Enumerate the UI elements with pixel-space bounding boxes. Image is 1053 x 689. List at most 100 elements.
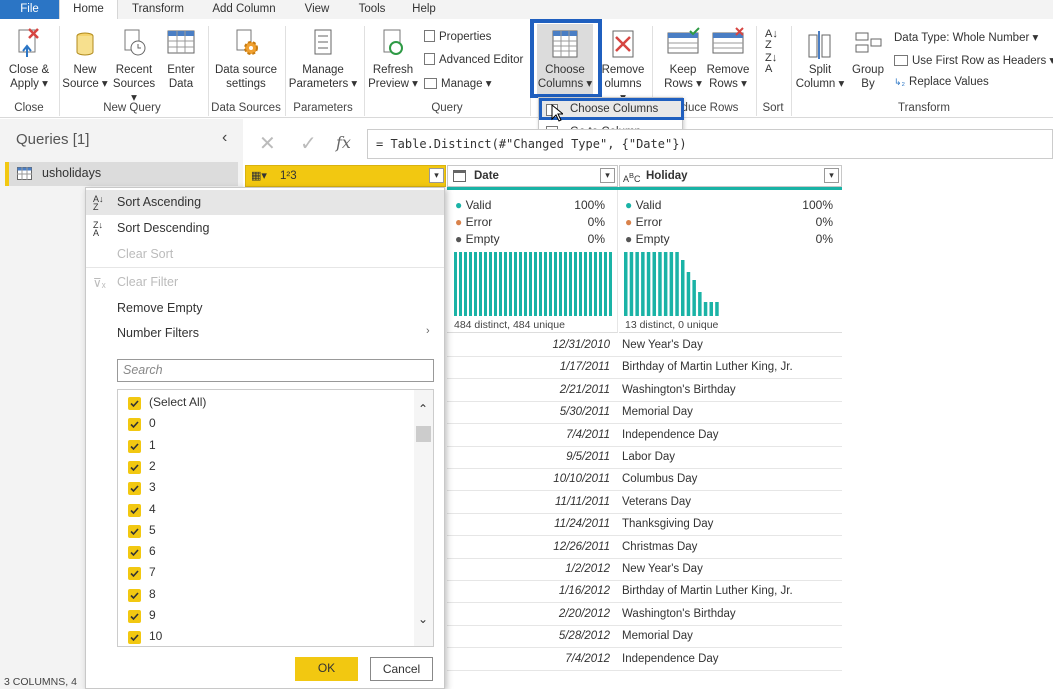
holiday-cell[interactable]: New Year's Day <box>622 559 703 580</box>
properties-button[interactable]: Properties <box>424 30 491 43</box>
scroll-up-icon[interactable]: ⌃ <box>418 402 428 416</box>
close-apply-button[interactable]: Close & Apply ▾ <box>4 27 54 91</box>
date-cell[interactable]: 2/21/2011 <box>447 380 614 401</box>
scroll-thumb[interactable] <box>416 426 431 442</box>
menu-item-sort-ascending[interactable]: A↓ Z Sort Ascending <box>86 190 444 215</box>
holiday-cell[interactable]: Independence Day <box>622 425 719 446</box>
holiday-filter-button[interactable]: ▾ <box>824 168 839 183</box>
holiday-cell[interactable]: Thanksgiving Day <box>622 514 713 535</box>
tab-file[interactable]: File <box>0 0 59 19</box>
tab-tools[interactable]: Tools <box>350 0 394 19</box>
date-cell[interactable]: 10/10/2011 <box>447 469 614 490</box>
sort-ascending-button[interactable]: A↓ Z <box>765 29 778 51</box>
date-cell[interactable]: 1/2/2012 <box>447 559 614 580</box>
cancel-button[interactable]: Cancel <box>370 657 433 681</box>
scroll-down-icon[interactable]: ⌄ <box>418 612 428 626</box>
checkbox[interactable] <box>128 397 141 410</box>
advanced-editor-button[interactable]: Advanced Editor <box>424 53 523 66</box>
date-filter-button[interactable]: ▾ <box>600 168 615 183</box>
date-cell[interactable]: 5/30/2011 <box>447 402 614 423</box>
date-cell[interactable]: 12/31/2010 <box>447 335 614 356</box>
manage-parameters-button[interactable]: Manage Parameters ▾ <box>288 27 358 91</box>
date-cell[interactable]: 12/26/2011 <box>447 537 614 558</box>
number-filters-item[interactable]: Number Filters › <box>86 323 444 345</box>
enter-data-label-2: Data <box>168 78 194 90</box>
holiday-cell[interactable]: Birthday of Martin Luther King, Jr. <box>622 357 793 378</box>
parameters-icon <box>314 29 332 55</box>
table-menu-icon[interactable]: ▦▾ <box>251 166 267 186</box>
tab-view[interactable]: View <box>295 0 339 19</box>
holiday-cell[interactable]: Washington's Birthday <box>622 380 736 401</box>
data-source-settings-button[interactable]: Data source settings <box>213 27 279 91</box>
ok-button[interactable]: OK <box>295 657 358 681</box>
clear-sort-item[interactable]: Clear Sort <box>117 247 173 261</box>
column-1-filter-button[interactable]: ▾ <box>429 168 444 183</box>
group-by-button[interactable]: Group By <box>847 27 889 91</box>
query-item-usholidays[interactable]: usholidays <box>5 162 238 186</box>
keep-rows-button[interactable]: Keep Rows ▾ <box>660 27 706 91</box>
remove-empty-item[interactable]: Remove Empty <box>117 301 202 315</box>
holiday-cell[interactable]: Memorial Day <box>622 402 693 423</box>
checkbox[interactable] <box>128 610 141 623</box>
date-cell[interactable]: 1/17/2011 <box>447 357 614 378</box>
column-header-1[interactable]: ▦▾ 1²3 ▾ <box>245 165 446 187</box>
split-column-button[interactable]: Split Column ▾ <box>795 27 845 91</box>
date-cell[interactable]: 9/5/2011 <box>447 447 614 468</box>
holiday-cell[interactable]: Labor Day <box>622 447 675 468</box>
remove-columns-button[interactable]: Remove olumns ▾ <box>600 27 646 105</box>
replace-values-button[interactable]: ↳₂ Replace Values <box>894 76 989 88</box>
checkbox[interactable] <box>128 546 141 560</box>
tab-transform[interactable]: Transform <box>123 0 193 19</box>
checkbox[interactable] <box>128 460 141 474</box>
date-cell[interactable]: 1/16/2012 <box>447 581 614 602</box>
holiday-cell[interactable]: Christmas Day <box>622 537 697 558</box>
cancel-formula-icon[interactable]: ✕ <box>259 131 276 156</box>
holiday-cell[interactable]: Veterans Day <box>622 492 691 513</box>
list-scrollbar[interactable]: ⌃ ⌄ <box>414 390 433 646</box>
collapse-chevron-icon[interactable]: ‹ <box>222 129 227 147</box>
checkbox[interactable] <box>128 503 141 517</box>
data-type-dropdown[interactable]: Data Type: Whole Number ▾ <box>894 30 1038 44</box>
tab-help[interactable]: Help <box>404 0 444 19</box>
date-cell[interactable]: 7/4/2011 <box>447 425 614 446</box>
checkbox[interactable] <box>128 631 141 645</box>
date-cell[interactable]: 5/28/2012 <box>447 626 614 647</box>
holiday-cell[interactable]: Memorial Day <box>622 626 693 647</box>
enter-data-button[interactable]: Enter Data <box>161 27 201 91</box>
date-cell[interactable]: 7/4/2012 <box>447 649 614 670</box>
checkbox[interactable] <box>128 567 141 581</box>
checkbox[interactable] <box>128 439 141 453</box>
clear-filter-item[interactable]: Clear Filter <box>117 275 178 289</box>
tab-add-column[interactable]: Add Column <box>203 0 285 19</box>
holiday-cell[interactable]: Independence Day <box>622 649 719 670</box>
fx-icon[interactable]: fx <box>336 133 351 152</box>
formula-input[interactable]: = Table.Distinct(#"Changed Type", {"Date… <box>367 129 1053 159</box>
recent-sources-button[interactable]: Recent Sources ▾ <box>110 27 158 105</box>
column-header-date[interactable]: Date ▾ <box>447 165 618 187</box>
new-source-button[interactable]: New Source ▾ <box>62 27 108 91</box>
sort-descending-button[interactable]: Z↓ A <box>765 53 777 75</box>
query-item-label: usholidays <box>42 166 102 180</box>
holiday-cell[interactable]: Columbus Day <box>622 469 697 490</box>
date-cell[interactable]: 2/20/2012 <box>447 604 614 625</box>
refresh-preview-button[interactable]: Refresh Preview ▾ <box>368 27 418 91</box>
remove-rows-button[interactable]: Remove Rows ▾ <box>706 27 750 91</box>
filter-search-input[interactable]: Search <box>117 359 434 382</box>
holiday-cell[interactable]: New Year's Day <box>622 335 703 356</box>
checkbox-label: 6 <box>149 544 156 559</box>
checkbox[interactable] <box>128 482 141 496</box>
commit-formula-icon[interactable]: ✓ <box>300 131 317 156</box>
separator <box>791 26 792 116</box>
tab-home[interactable]: Home <box>59 0 118 19</box>
checkbox[interactable] <box>128 418 141 432</box>
date-cell[interactable]: 11/11/2011 <box>447 492 614 513</box>
column-header-holiday[interactable]: ABC Holiday ▾ <box>619 165 842 187</box>
holiday-cell[interactable]: Washington's Birthday <box>622 604 736 625</box>
manage-button[interactable]: Manage ▾ <box>424 76 492 90</box>
checkbox[interactable] <box>128 524 141 538</box>
date-cell[interactable]: 11/24/2011 <box>447 514 614 535</box>
menu-item-sort-descending[interactable]: Z↓ A Sort Descending <box>86 216 444 241</box>
holiday-cell[interactable]: Birthday of Martin Luther King, Jr. <box>622 581 793 602</box>
checkbox[interactable] <box>128 588 141 602</box>
use-first-row-headers-button[interactable]: Use First Row as Headers ▾ <box>894 53 1053 67</box>
